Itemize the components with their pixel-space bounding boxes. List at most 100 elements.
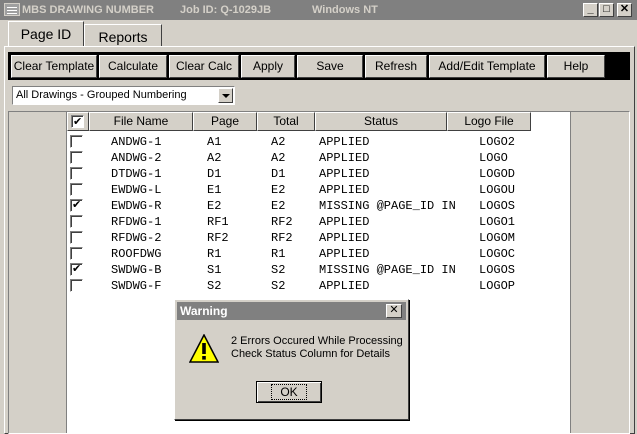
cell-status: APPLIED bbox=[319, 215, 370, 229]
app-icon bbox=[4, 3, 20, 16]
table-row[interactable]: ANDWG-2 A2 A2 APPLIED LOGO bbox=[9, 150, 570, 166]
tab-reports[interactable]: Reports bbox=[84, 24, 162, 46]
cell-file-name: ANDWG-2 bbox=[111, 151, 162, 165]
cell-status: MISSING @PAGE_ID IN bbox=[319, 199, 456, 213]
row-checkbox[interactable] bbox=[70, 215, 83, 228]
minimize-button[interactable]: _ bbox=[583, 3, 598, 17]
window-close-button[interactable]: ✕ bbox=[617, 3, 632, 17]
cell-status: APPLIED bbox=[319, 135, 370, 149]
cell-total: RF2 bbox=[271, 231, 293, 245]
table-row[interactable]: DTDWG-1 D1 D1 APPLIED LOGOD bbox=[9, 166, 570, 182]
cell-logo-file: LOGOC bbox=[479, 247, 516, 261]
column-header-status[interactable]: Status bbox=[315, 112, 447, 131]
cell-page: E2 bbox=[207, 199, 222, 213]
column-header-logo-file[interactable]: Logo File bbox=[447, 112, 531, 131]
cell-total: R1 bbox=[271, 247, 286, 261]
dialog-close-button[interactable]: ✕ bbox=[386, 304, 402, 318]
cell-total: S2 bbox=[271, 279, 286, 293]
cell-page: S1 bbox=[207, 263, 222, 277]
ok-button[interactable]: OK bbox=[256, 381, 322, 403]
dialog-title: Warning bbox=[177, 302, 406, 320]
cell-logo-file: LOGOU bbox=[479, 183, 516, 197]
refresh-button[interactable]: Refresh bbox=[365, 55, 427, 78]
cell-total: D1 bbox=[271, 167, 286, 181]
clear-calc-button[interactable]: Clear Calc bbox=[169, 55, 239, 78]
tab-page-id[interactable]: Page ID bbox=[8, 21, 84, 46]
chevron-down-icon[interactable] bbox=[218, 88, 233, 103]
cell-total: E2 bbox=[271, 199, 286, 213]
row-checkbox[interactable] bbox=[70, 198, 83, 212]
row-checkbox[interactable] bbox=[70, 262, 83, 276]
row-checkbox[interactable] bbox=[70, 279, 83, 292]
cell-logo-file: LOGO1 bbox=[479, 215, 516, 229]
cell-total: E2 bbox=[271, 183, 286, 197]
os-label: Windows NT bbox=[312, 4, 378, 16]
table-row[interactable]: ANDWG-1 A1 A2 APPLIED LOGO2 bbox=[9, 134, 570, 150]
warning-icon bbox=[189, 334, 219, 363]
row-checkbox[interactable] bbox=[70, 135, 83, 148]
drawing-filter-select[interactable]: All Drawings - Grouped Numbering bbox=[12, 86, 235, 105]
cell-logo-file: LOGO2 bbox=[479, 135, 516, 149]
cell-status: APPLIED bbox=[319, 167, 370, 181]
cell-page: D1 bbox=[207, 167, 222, 181]
title-bar: MBS DRAWING NUMBER Job ID: Q-1029JB Wind… bbox=[0, 0, 637, 20]
ok-button-label: OK bbox=[271, 384, 307, 400]
cell-page: RF2 bbox=[207, 231, 229, 245]
cell-page: RF1 bbox=[207, 215, 229, 229]
cell-status: APPLIED bbox=[319, 183, 370, 197]
cell-file-name: SWDWG-B bbox=[111, 263, 162, 277]
cell-logo-file: LOGO bbox=[479, 151, 508, 165]
table-row[interactable]: SWDWG-F S2 S2 APPLIED LOGOP bbox=[9, 278, 570, 294]
add-edit-template-button[interactable]: Add/Edit Template bbox=[429, 55, 545, 78]
column-header-page[interactable]: Page bbox=[193, 112, 257, 131]
warning-dialog: Warning ✕ 2 Errors Occured While Process… bbox=[174, 299, 409, 420]
cell-status: MISSING @PAGE_ID IN bbox=[319, 263, 456, 277]
table-row[interactable]: RFDWG-1 RF1 RF2 APPLIED LOGO1 bbox=[9, 214, 570, 230]
table-row[interactable]: EWDWG-L E1 E2 APPLIED LOGOU bbox=[9, 182, 570, 198]
cell-logo-file: LOGOD bbox=[479, 167, 516, 181]
table-row[interactable]: SWDWG-B S1 S2 MISSING @PAGE_ID IN LOGOS bbox=[9, 262, 570, 278]
cell-total: A2 bbox=[271, 135, 286, 149]
table-row[interactable]: EWDWG-R E2 E2 MISSING @PAGE_ID IN LOGOS bbox=[9, 198, 570, 214]
row-checkbox[interactable] bbox=[70, 167, 83, 180]
grid-right-margin bbox=[570, 112, 629, 433]
cell-file-name: ANDWG-1 bbox=[111, 135, 162, 149]
cell-page: A1 bbox=[207, 135, 222, 149]
cell-status: APPLIED bbox=[319, 151, 370, 165]
column-header-total[interactable]: Total bbox=[257, 112, 315, 131]
table-row[interactable]: RFDWG-2 RF2 RF2 APPLIED LOGOM bbox=[9, 230, 570, 246]
apply-button[interactable]: Apply bbox=[241, 55, 295, 78]
cell-logo-file: LOGOM bbox=[479, 231, 516, 245]
cell-page: R1 bbox=[207, 247, 222, 261]
maximize-button[interactable]: □ bbox=[599, 3, 614, 17]
cell-total: S2 bbox=[271, 263, 286, 277]
cell-status: APPLIED bbox=[319, 279, 370, 293]
cell-file-name: RFDWG-2 bbox=[111, 231, 162, 245]
dialog-message-line-1: 2 Errors Occured While Processing bbox=[231, 335, 403, 347]
job-id: Job ID: Q-1029JB bbox=[180, 4, 272, 16]
select-all-header bbox=[67, 112, 89, 131]
cell-total: A2 bbox=[271, 151, 286, 165]
cell-logo-file: LOGOP bbox=[479, 279, 516, 293]
row-checkbox[interactable] bbox=[70, 151, 83, 164]
drawing-filter-value: All Drawings - Grouped Numbering bbox=[16, 89, 187, 101]
select-all-checkbox[interactable] bbox=[71, 114, 84, 131]
column-header-file-name[interactable]: File Name bbox=[89, 112, 193, 131]
calculate-button[interactable]: Calculate bbox=[99, 55, 167, 78]
row-checkbox[interactable] bbox=[70, 247, 83, 260]
row-checkbox[interactable] bbox=[70, 183, 83, 196]
cell-status: APPLIED bbox=[319, 231, 370, 245]
clear-template-button[interactable]: Clear Template bbox=[11, 55, 97, 78]
cell-file-name: SWDWG-F bbox=[111, 279, 162, 293]
cell-file-name: ROOFDWG bbox=[111, 247, 162, 261]
cell-file-name: RFDWG-1 bbox=[111, 215, 162, 229]
dialog-message-line-2: Check Status Column for Details bbox=[231, 348, 390, 360]
save-button[interactable]: Save bbox=[297, 55, 363, 78]
cell-total: RF2 bbox=[271, 215, 293, 229]
toolbar: Clear Template Calculate Clear Calc Appl… bbox=[8, 52, 630, 80]
help-button[interactable]: Help bbox=[547, 55, 605, 78]
cell-page: E1 bbox=[207, 183, 222, 197]
row-checkbox[interactable] bbox=[70, 231, 83, 244]
table-row[interactable]: ROOFDWG R1 R1 APPLIED LOGOC bbox=[9, 246, 570, 262]
cell-logo-file: LOGOS bbox=[479, 263, 516, 277]
